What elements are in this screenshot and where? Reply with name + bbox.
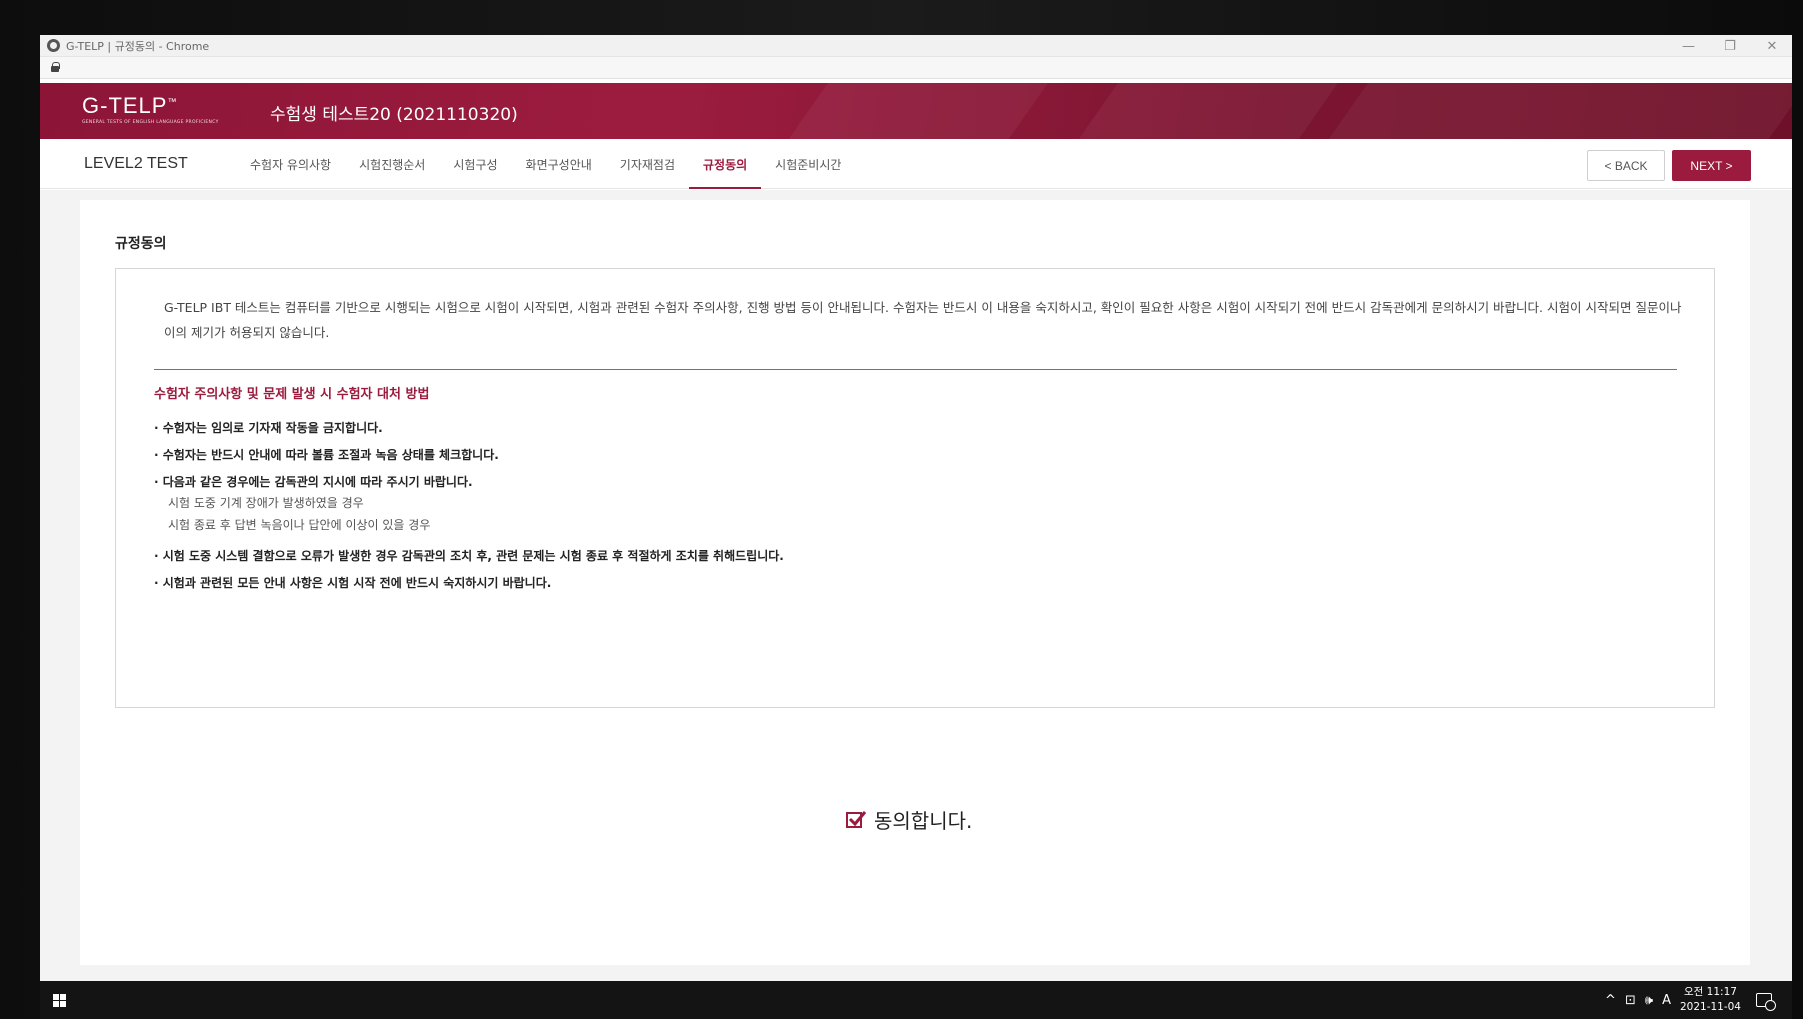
address-bar <box>40 57 1792 79</box>
subrule-item: 시험 종료 후 답변 녹음이나 답안에 이상이 있을 경우 <box>168 518 431 532</box>
logo-tm: ™ <box>167 96 178 107</box>
terms-box: G-TELP IBT 테스트는 컴퓨터를 기반으로 시행되는 시험으로 시험이 … <box>115 268 1715 708</box>
subrule-item: 시험 도중 기계 장애가 발생하였을 경우 <box>168 496 364 510</box>
logo-text: G-TELP <box>82 93 168 118</box>
volume-icon[interactable]: 🕪 <box>1645 993 1653 1008</box>
candidate-name: 수험생 테스트20 (2021110320) <box>270 105 518 125</box>
gtelp-logo: G-TELP™ GENERAL TESTS OF ENGLISH LANGUAG… <box>82 93 219 125</box>
close-button[interactable]: ✕ <box>1766 39 1778 54</box>
lock-icon <box>51 62 60 72</box>
tab-equipment-check[interactable]: 기자재점검 <box>606 139 689 189</box>
clock[interactable]: 오전 11:17 2021-11-04 <box>1680 985 1741 1015</box>
agree-label[interactable]: 동의합니다. <box>874 805 972 834</box>
tab-candidate-notice[interactable]: 수험자 유의사항 <box>236 139 345 189</box>
window-controls: — ❐ ✕ <box>1682 35 1778 57</box>
logo-subtitle: GENERAL TESTS OF ENGLISH LANGUAGE PROFIC… <box>82 120 219 125</box>
back-button[interactable]: < BACK <box>1587 150 1665 181</box>
window-title: G-TELP | 규정동의 - Chrome <box>66 39 210 53</box>
tab-exam-structure[interactable]: 시험구성 <box>439 139 511 189</box>
step-tabs: 수험자 유의사항 시험진행순서 시험구성 화면구성안내 기자재점검 규정동의 시… <box>236 139 855 189</box>
rule-item: · 시험 도중 시스템 결함으로 오류가 발생한 경우 감독관의 조치 후, 관… <box>154 549 784 563</box>
nav-bar: LEVEL2 TEST 수험자 유의사항 시험진행순서 시험구성 화면구성안내 … <box>40 139 1792 189</box>
next-button[interactable]: NEXT > <box>1672 150 1751 181</box>
subrule-group: 시험 도중 기계 장애가 발생하였을 경우 시험 종료 후 답변 녹음이나 답안… <box>154 494 1654 538</box>
intro-text: G-TELP IBT 테스트는 컴퓨터를 기반으로 시행되는 시험으로 시험이 … <box>164 300 1682 340</box>
agreement-card: 규정동의 G-TELP IBT 테스트는 컴퓨터를 기반으로 시행되는 시험으로… <box>80 200 1750 965</box>
windows-start-icon[interactable] <box>53 994 67 1008</box>
tab-screen-guide[interactable]: 화면구성안내 <box>512 139 606 189</box>
level-label: LEVEL2 TEST <box>84 155 188 172</box>
app-header: G-TELP™ GENERAL TESTS OF ENGLISH LANGUAG… <box>40 83 1792 139</box>
network-icon[interactable]: ⊡ <box>1625 993 1636 1008</box>
globe-icon <box>47 39 60 52</box>
minimize-button[interactable]: — <box>1682 39 1695 54</box>
checkmark-icon <box>848 810 867 826</box>
title-bar: G-TELP | 규정동의 - Chrome — ❐ ✕ <box>40 35 1792 57</box>
rule-item: · 수험자는 반드시 안내에 따라 볼륨 조절과 녹음 상태를 체크합니다. <box>154 448 499 462</box>
tab-exam-order[interactable]: 시험진행순서 <box>345 139 439 189</box>
rules-list: · 수험자는 임의로 기자재 작동을 금지합니다. · 수험자는 반드시 안내에… <box>154 419 1654 601</box>
rule-item: · 수험자는 임의로 기자재 작동을 금지합니다. <box>154 421 383 435</box>
system-tray: ^ ⊡ 🕪 A 오전 11:17 2021-11-04 <box>1605 981 1776 1019</box>
rule-item: · 시험과 관련된 모든 안내 사항은 시험 시작 전에 반드시 숙지하시기 바… <box>154 576 552 590</box>
clock-time: 오전 11:17 <box>1684 986 1737 998</box>
clock-date: 2021-11-04 <box>1679 1001 1741 1013</box>
taskbar: ^ ⊡ 🕪 A 오전 11:17 2021-11-04 <box>40 981 1792 1019</box>
browser-window: G-TELP | 규정동의 - Chrome — ❐ ✕ G-TELP™ GEN… <box>40 35 1792 1019</box>
restore-button[interactable]: ❐ <box>1724 39 1736 54</box>
notification-icon[interactable] <box>1756 993 1776 1011</box>
tray-expand-icon[interactable]: ^ <box>1605 993 1616 1008</box>
tab-rules-agreement[interactable]: 규정동의 <box>688 139 762 189</box>
agree-checkbox[interactable] <box>846 810 867 828</box>
tab-prep-time[interactable]: 시험준비시간 <box>761 139 855 189</box>
agree-checkbox-row[interactable]: 동의합니다. <box>846 805 972 834</box>
input-method-icon[interactable]: A <box>1662 993 1671 1008</box>
notice-title: 수험자 주의사항 및 문제 발생 시 수험자 대처 방법 <box>154 387 430 402</box>
divider <box>154 369 1677 370</box>
section-title: 규정동의 <box>115 236 167 252</box>
